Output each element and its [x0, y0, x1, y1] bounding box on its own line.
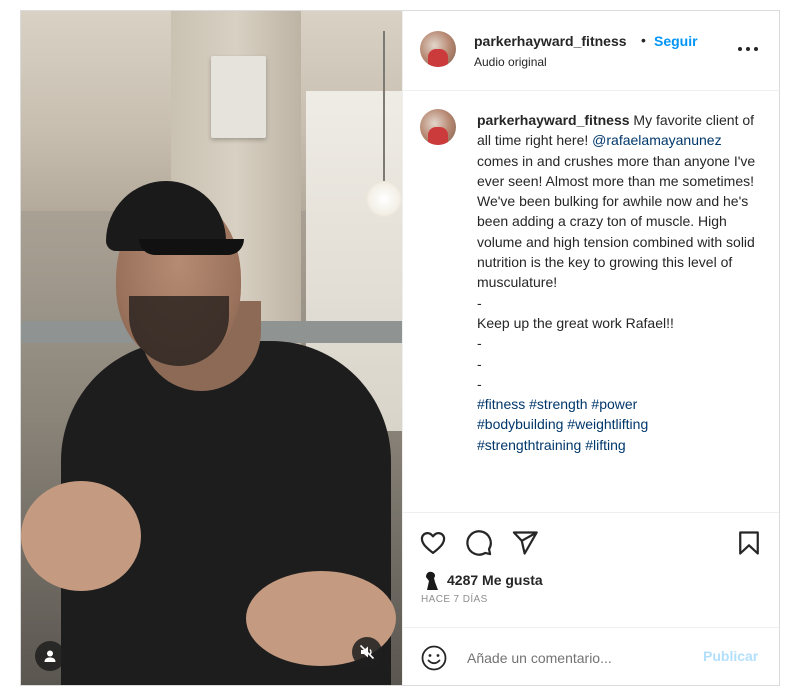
hashtag-link[interactable]: #strengthtraining	[477, 437, 581, 453]
post-frame: parkerhayward_fitness • Seguir Audio ori…	[20, 10, 780, 686]
author-username[interactable]: parkerhayward_fitness	[474, 33, 627, 49]
publish-button[interactable]: Publicar	[703, 648, 758, 664]
comment-box: Publicar	[403, 627, 779, 685]
hashtag-link[interactable]: #bodybuilding	[477, 416, 563, 432]
follow-button[interactable]: Seguir	[654, 33, 698, 49]
hashtag-link[interactable]: #strength	[529, 396, 587, 412]
comment-icon[interactable]	[465, 529, 493, 557]
post-caption: parkerhayward_fitness My favorite client…	[477, 110, 757, 455]
author-avatar[interactable]	[420, 31, 456, 67]
hashtag-link[interactable]: #weightlifting	[567, 416, 648, 432]
send-icon[interactable]	[511, 529, 539, 557]
hashtag-link[interactable]: #lifting	[585, 437, 625, 453]
tagged-users-button[interactable]	[35, 641, 65, 671]
wall-speaker	[211, 56, 266, 138]
caption-mention[interactable]: @rafaelamayanunez	[592, 132, 721, 148]
post-date[interactable]: HACE 7 DÍAS	[421, 594, 488, 605]
person-left-hand	[21, 481, 141, 591]
post-video[interactable]	[21, 11, 402, 685]
comments-scroll-area[interactable]: parkerhayward_fitness My favorite client…	[403, 91, 779, 511]
person-cap-brim	[139, 239, 244, 255]
likes-row[interactable]: 4287 Me gusta	[421, 568, 543, 592]
post-header: parkerhayward_fitness • Seguir Audio ori…	[403, 11, 779, 91]
caption-author-avatar[interactable]	[420, 109, 456, 145]
ceiling-lamp	[366, 181, 402, 217]
heart-icon[interactable]	[419, 529, 447, 557]
bookmark-icon[interactable]	[735, 529, 763, 557]
caption-username[interactable]: parkerhayward_fitness	[477, 112, 630, 128]
lamp-cord	[383, 31, 385, 181]
more-horizontal-icon[interactable]	[736, 41, 760, 57]
hashtag-link[interactable]: #power	[591, 396, 637, 412]
emoji-icon[interactable]	[421, 645, 447, 671]
mute-button[interactable]	[352, 637, 382, 667]
caption-text-2: comes in and crushes more than anyone I'…	[477, 152, 756, 392]
likes-count[interactable]: 4287 Me gusta	[447, 572, 543, 588]
speaker-muted-icon	[359, 644, 375, 660]
comment-input[interactable]	[465, 644, 689, 672]
audio-label[interactable]: Audio original	[474, 55, 547, 69]
user-icon	[44, 650, 56, 662]
action-bar: 4287 Me gusta HACE 7 DÍAS	[403, 512, 779, 627]
separator-dot: •	[641, 32, 646, 48]
liker-avatar-icon	[426, 571, 438, 590]
hashtag-link[interactable]: #fitness	[477, 396, 525, 412]
post-details-panel: parkerhayward_fitness • Seguir Audio ori…	[402, 11, 779, 685]
